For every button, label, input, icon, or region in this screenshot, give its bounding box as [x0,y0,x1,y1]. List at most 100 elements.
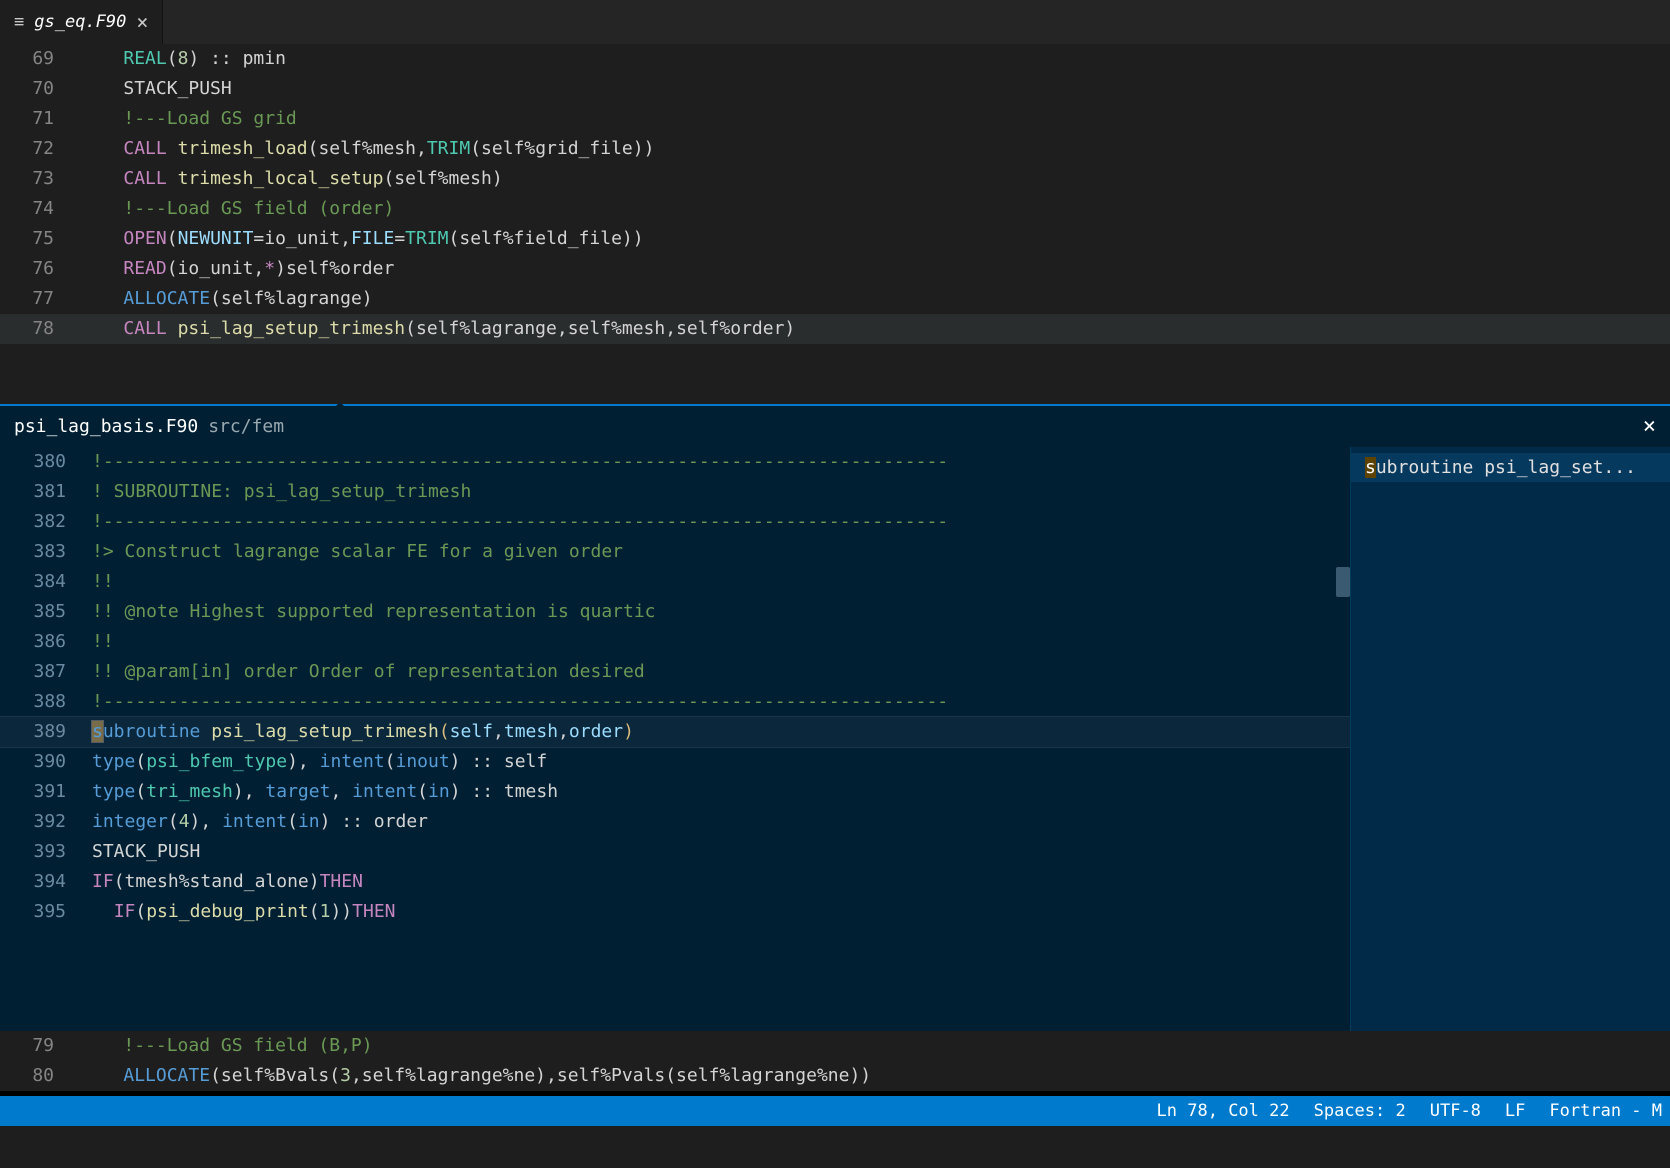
line-number: 390 [0,747,92,777]
code-line[interactable]: 385!! @note Highest supported representa… [0,597,1350,627]
peek-arrow-icon [330,402,350,412]
code-line[interactable]: 78 CALL psi_lag_setup_trimesh(self%lagra… [0,314,1670,344]
scrollbar-thumb[interactable] [1336,567,1350,597]
code-line[interactable]: 390type(psi_bfem_type), intent(inout) ::… [0,747,1350,777]
code-content[interactable]: ALLOCATE(self%lagrange) [80,284,1670,314]
code-line[interactable]: 395 IF(psi_debug_print(1))THEN [0,897,1350,927]
code-line[interactable]: 387!! @param[in] order Order of represen… [0,657,1350,687]
reference-text: ubroutine psi_lag_set... [1376,457,1636,478]
code-content[interactable]: !---Load GS field (B,P) [80,1031,1670,1061]
code-line[interactable]: 392integer(4), intent(in) :: order [0,807,1350,837]
code-content[interactable]: STACK_PUSH [92,837,1350,867]
code-content[interactable]: integer(4), intent(in) :: order [92,807,1350,837]
status-language[interactable]: Fortran - M [1549,1101,1662,1121]
code-line[interactable]: 381! SUBROUTINE: psi_lag_setup_trimesh [0,477,1350,507]
code-content[interactable]: ALLOCATE(self%Bvals(3,self%lagrange%ne),… [80,1061,1670,1091]
line-number: 71 [0,104,80,134]
code-content[interactable]: subroutine psi_lag_setup_trimesh(self,tm… [92,717,1350,747]
code-line[interactable]: 393STACK_PUSH [0,837,1350,867]
code-content[interactable]: !! [92,627,1350,657]
editor-bottom[interactable]: 79 !---Load GS field (B,P)80 ALLOCATE(se… [0,1031,1670,1091]
line-number: 382 [0,507,92,537]
line-number: 392 [0,807,92,837]
code-content[interactable]: !---Load GS field (order) [80,194,1670,224]
editor-tab[interactable]: ≡ gs_eq.F90 × [0,0,163,44]
code-content[interactable]: STACK_PUSH [80,74,1670,104]
line-number: 393 [0,837,92,867]
code-content[interactable]: !---------------------------------------… [92,447,1350,477]
code-content[interactable]: IF(psi_debug_print(1))THEN [92,897,1350,927]
code-content[interactable]: !! [92,567,1350,597]
line-number: 72 [0,134,80,164]
code-content[interactable]: CALL psi_lag_setup_trimesh(self%lagrange… [80,314,1670,344]
line-number: 77 [0,284,80,314]
code-line[interactable]: 69 REAL(8) :: pmin [0,44,1670,74]
line-number: 395 [0,897,92,927]
line-number: 78 [0,314,80,344]
code-line[interactable]: 71 !---Load GS grid [0,104,1670,134]
code-content[interactable]: type(psi_bfem_type), intent(inout) :: se… [92,747,1350,777]
tab-menu-icon: ≡ [14,12,24,32]
line-number: 386 [0,627,92,657]
code-line[interactable]: 76 READ(io_unit,*)self%order [0,254,1670,284]
code-line[interactable]: 77 ALLOCATE(self%lagrange) [0,284,1670,314]
line-number: 75 [0,224,80,254]
line-number: 394 [0,867,92,897]
reference-match-char: s [1365,457,1376,478]
code-line[interactable]: 380!------------------------------------… [0,447,1350,477]
close-icon[interactable]: × [1643,414,1656,439]
peek-reference-list[interactable]: subroutine psi_lag_set... [1350,447,1670,1031]
code-content[interactable]: OPEN(NEWUNIT=io_unit,FILE=TRIM(self%fiel… [80,224,1670,254]
status-position[interactable]: Ln 78, Col 22 [1157,1101,1290,1121]
code-content[interactable]: !! @note Highest supported representatio… [92,597,1350,627]
code-content[interactable]: READ(io_unit,*)self%order [80,254,1670,284]
code-content[interactable]: CALL trimesh_load(self%mesh,TRIM(self%gr… [80,134,1670,164]
line-number: 79 [0,1031,80,1061]
peek-body: 380!------------------------------------… [0,447,1670,1031]
line-number: 384 [0,567,92,597]
status-encoding[interactable]: UTF-8 [1430,1101,1481,1121]
code-line[interactable]: 382!------------------------------------… [0,507,1350,537]
line-number: 80 [0,1061,80,1091]
line-number: 381 [0,477,92,507]
code-line[interactable]: 383!> Construct lagrange scalar FE for a… [0,537,1350,567]
code-content[interactable]: !---------------------------------------… [92,507,1350,537]
code-content[interactable]: type(tri_mesh), target, intent(in) :: tm… [92,777,1350,807]
code-content[interactable]: !---------------------------------------… [92,687,1350,717]
close-icon[interactable]: × [136,10,148,34]
code-content[interactable]: ! SUBROUTINE: psi_lag_setup_trimesh [92,477,1350,507]
code-line[interactable]: 73 CALL trimesh_local_setup(self%mesh) [0,164,1670,194]
code-content[interactable]: !! @param[in] order Order of representat… [92,657,1350,687]
code-line[interactable]: 386!! [0,627,1350,657]
status-spaces[interactable]: Spaces: 2 [1314,1101,1406,1121]
line-number: 70 [0,74,80,104]
code-content[interactable]: CALL trimesh_local_setup(self%mesh) [80,164,1670,194]
code-line[interactable]: 72 CALL trimesh_load(self%mesh,TRIM(self… [0,134,1670,164]
code-content[interactable]: !---Load GS grid [80,104,1670,134]
code-line[interactable]: 391type(tri_mesh), target, intent(in) ::… [0,777,1350,807]
code-line[interactable]: 75 OPEN(NEWUNIT=io_unit,FILE=TRIM(self%f… [0,224,1670,254]
code-content[interactable]: REAL(8) :: pmin [80,44,1670,74]
line-number: 76 [0,254,80,284]
code-line[interactable]: 389subroutine psi_lag_setup_trimesh(self… [0,717,1350,747]
code-content[interactable]: IF(tmesh%stand_alone)THEN [92,867,1350,897]
line-number: 74 [0,194,80,224]
peek-reference-item[interactable]: subroutine psi_lag_set... [1351,453,1670,482]
code-line[interactable]: 394IF(tmesh%stand_alone)THEN [0,867,1350,897]
statusbar: Ln 78, Col 22 Spaces: 2 UTF-8 LF Fortran… [0,1096,1670,1126]
code-line[interactable]: 70 STACK_PUSH [0,74,1670,104]
code-line[interactable]: 80 ALLOCATE(self%Bvals(3,self%lagrange%n… [0,1061,1670,1091]
peek-filename[interactable]: psi_lag_basis.F90 [14,416,198,437]
code-line[interactable]: 384!! [0,567,1350,597]
editor-top[interactable]: 69 REAL(8) :: pmin70 STACK_PUSH71 !---Lo… [0,44,1670,404]
line-number: 391 [0,777,92,807]
tab-bar: ≡ gs_eq.F90 × [0,0,1670,44]
code-line[interactable]: 74 !---Load GS field (order) [0,194,1670,224]
code-content[interactable]: !> Construct lagrange scalar FE for a gi… [92,537,1350,567]
line-number: 73 [0,164,80,194]
status-eol[interactable]: LF [1505,1101,1525,1121]
code-line[interactable]: 388!------------------------------------… [0,687,1350,717]
code-line[interactable]: 79 !---Load GS field (B,P) [0,1031,1670,1061]
peek-code[interactable]: 380!------------------------------------… [0,447,1350,1031]
peek-divider [0,404,1670,406]
